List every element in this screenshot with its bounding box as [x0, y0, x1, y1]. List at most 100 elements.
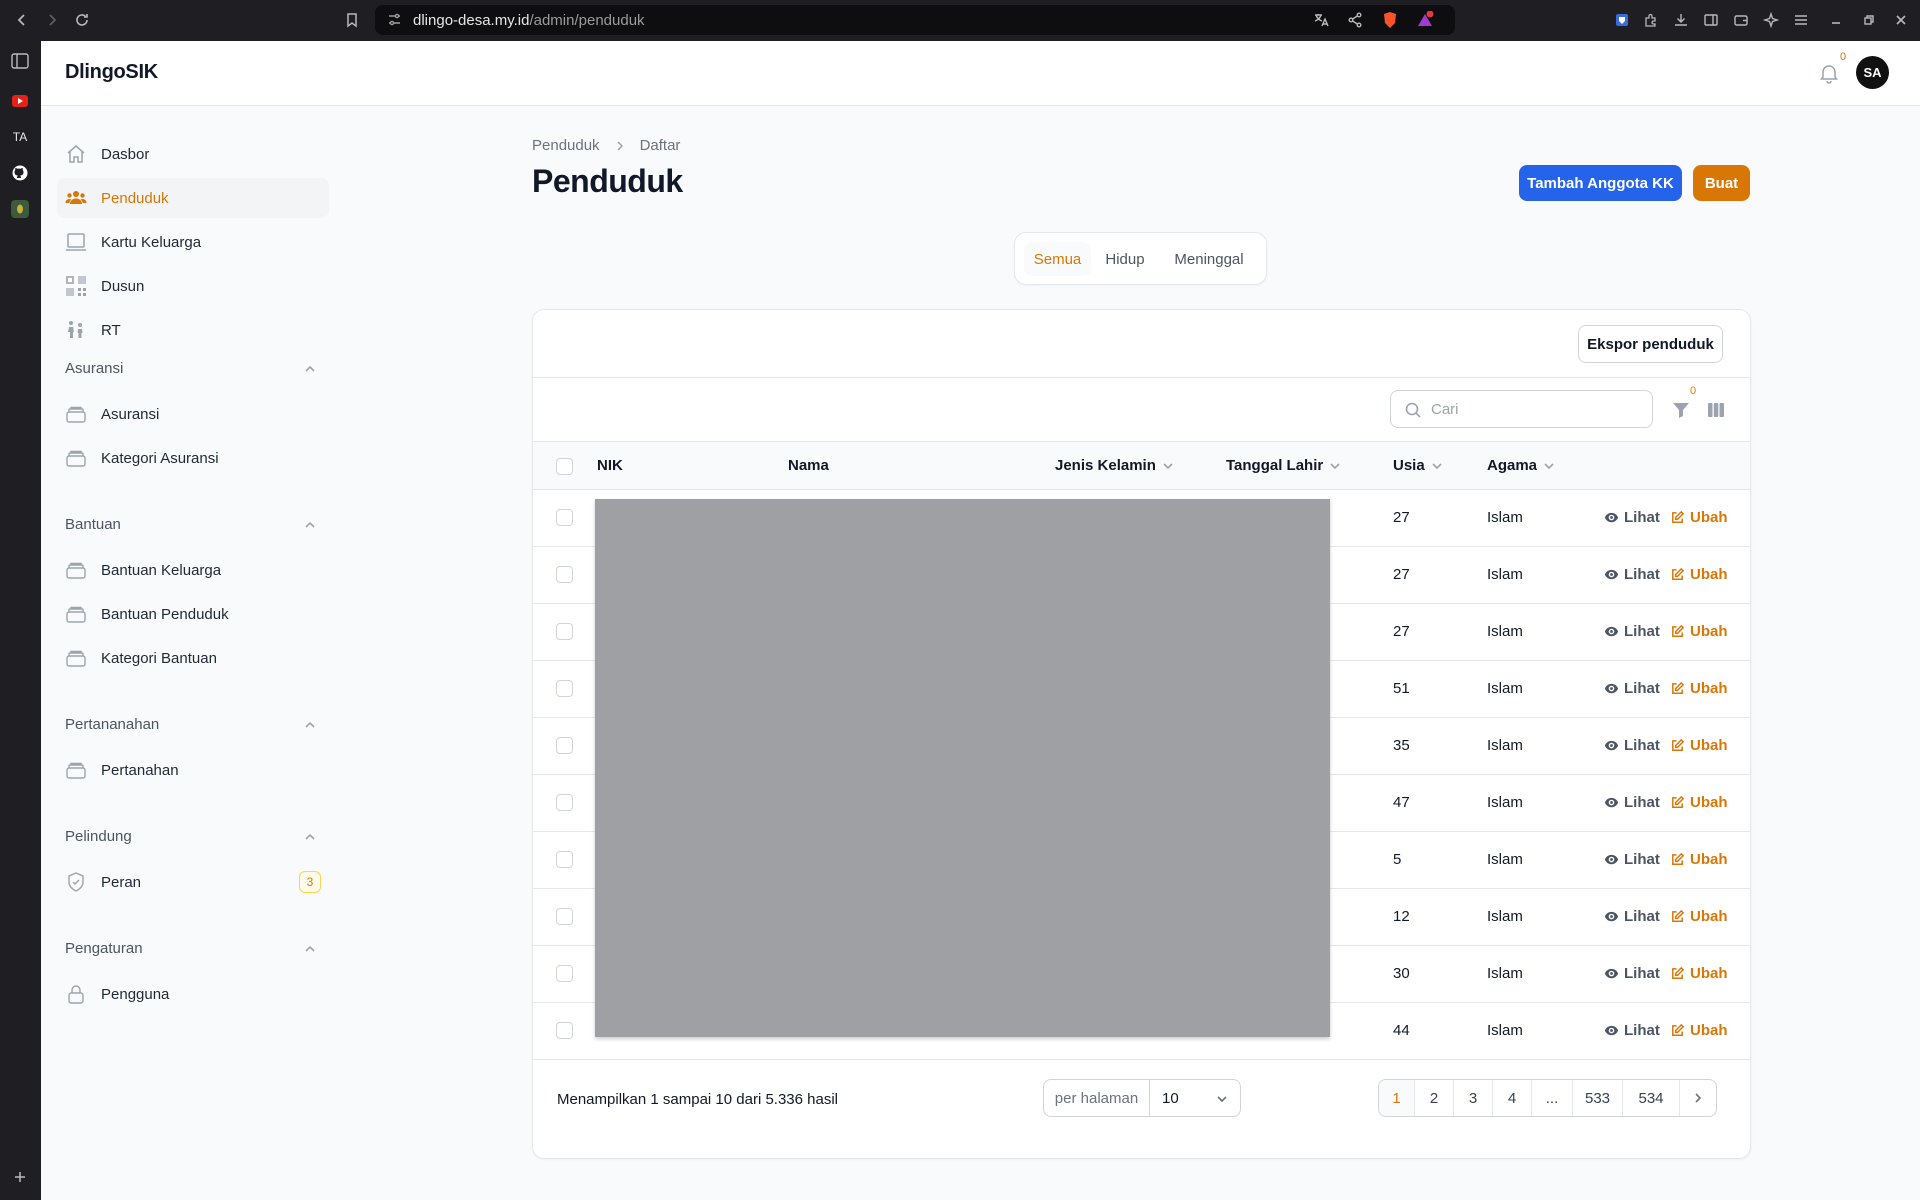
ta-shortcut[interactable]: TA [10, 127, 30, 147]
per-page-select[interactable]: per halaman 10 [1043, 1079, 1241, 1117]
group-label-pelindung[interactable]: Pelindung [65, 828, 132, 845]
row-checkbox[interactable] [556, 965, 573, 982]
extensions-icon[interactable] [1641, 10, 1661, 30]
export-button[interactable]: Ekspor penduduk [1578, 325, 1723, 363]
edit-button[interactable]: Ubah [1670, 965, 1728, 982]
leo-ai-icon[interactable] [1761, 10, 1781, 30]
sidebar-panel-icon[interactable] [10, 51, 30, 71]
group-label-pengaturan[interactable]: Pengaturan [65, 940, 143, 957]
view-button[interactable]: Lihat [1604, 908, 1660, 925]
page-button[interactable]: 3 [1454, 1080, 1493, 1116]
extension-bitwarden-icon[interactable] [1612, 10, 1632, 30]
sidebar-item-penduduk[interactable]: Penduduk [57, 178, 329, 218]
edit-button[interactable]: Ubah [1670, 737, 1728, 754]
chevron-up-icon[interactable] [303, 942, 317, 956]
view-button[interactable]: Lihat [1604, 794, 1660, 811]
sidebar-item-rt[interactable]: RT [57, 310, 329, 350]
row-checkbox[interactable] [556, 680, 573, 697]
sidebar-item-bantuan-penduduk[interactable]: Bantuan Penduduk [57, 594, 329, 634]
edit-button[interactable]: Ubah [1670, 851, 1728, 868]
page-button[interactable]: 533 [1573, 1080, 1623, 1116]
view-button[interactable]: Lihat [1604, 509, 1660, 526]
filter-icon[interactable] [1671, 400, 1691, 420]
maximize-icon[interactable] [1859, 10, 1879, 30]
close-window-icon[interactable] [1891, 10, 1911, 30]
chevron-up-icon[interactable] [303, 830, 317, 844]
brave-shield-icon[interactable] [1380, 10, 1400, 30]
sidebar-item-pertanahan[interactable]: Pertanahan [57, 750, 329, 790]
create-button[interactable]: Buat [1693, 165, 1750, 201]
chevron-up-icon[interactable] [303, 362, 317, 376]
wallet-icon[interactable] [1731, 10, 1751, 30]
tab-meninggal[interactable]: Meninggal [1160, 242, 1258, 276]
brand-logo[interactable]: DlingoSIK [65, 61, 158, 84]
youtube-icon[interactable] [10, 91, 30, 111]
edit-button[interactable]: Ubah [1670, 566, 1728, 583]
view-button[interactable]: Lihat [1604, 1022, 1660, 1039]
view-button[interactable]: Lihat [1604, 680, 1660, 697]
row-checkbox[interactable] [556, 623, 573, 640]
add-panel-icon[interactable] [10, 1167, 30, 1187]
group-label-pertananahan[interactable]: Pertananahan [65, 716, 159, 733]
column-header-tanggal-lahir[interactable]: Tanggal Lahir [1226, 457, 1341, 474]
tab-hidup[interactable]: Hidup [1095, 242, 1155, 276]
menu-icon[interactable] [1791, 10, 1811, 30]
avatar[interactable]: SA [1856, 56, 1889, 89]
row-checkbox[interactable] [556, 509, 573, 526]
edit-button[interactable]: Ubah [1670, 680, 1728, 697]
brave-rewards-icon[interactable] [1415, 10, 1435, 30]
share-icon[interactable] [1345, 10, 1365, 30]
view-button[interactable]: Lihat [1604, 623, 1660, 640]
row-checkbox[interactable] [556, 851, 573, 868]
tab-semua[interactable]: Semua [1024, 242, 1091, 276]
sidebar-toggle-icon[interactable] [1701, 10, 1721, 30]
view-button[interactable]: Lihat [1604, 965, 1660, 982]
bookmark-icon[interactable] [340, 8, 364, 32]
column-header-agama[interactable]: Agama [1487, 457, 1555, 474]
page-button[interactable]: 4 [1493, 1080, 1532, 1116]
view-button[interactable]: Lihat [1604, 851, 1660, 868]
site-settings-icon[interactable] [387, 12, 402, 31]
edit-button[interactable]: Ubah [1670, 509, 1728, 526]
group-label-bantuan[interactable]: Bantuan [65, 516, 121, 533]
sidebar-item-asuransi[interactable]: Asuransi [57, 394, 329, 434]
view-button[interactable]: Lihat [1604, 737, 1660, 754]
row-checkbox[interactable] [556, 737, 573, 754]
sidebar-item-kategori-bantuan[interactable]: Kategori Bantuan [57, 638, 329, 678]
select-all-checkbox[interactable] [556, 458, 573, 475]
column-header-jenis-kelamin[interactable]: Jenis Kelamin [1055, 457, 1174, 474]
page-button[interactable]: 1 [1379, 1080, 1415, 1116]
next-page-button[interactable] [1680, 1080, 1716, 1116]
sidebar-item-dusun[interactable]: Dusun [57, 266, 329, 306]
github-icon[interactable] [10, 163, 30, 183]
row-checkbox[interactable] [556, 794, 573, 811]
chevron-up-icon[interactable] [303, 518, 317, 532]
column-header-usia[interactable]: Usia [1393, 457, 1443, 474]
page-button[interactable]: 2 [1415, 1080, 1454, 1116]
sidebar-item-peran[interactable]: Peran 3 [57, 862, 329, 902]
columns-icon[interactable] [1706, 400, 1726, 420]
extension-app-icon[interactable] [10, 199, 30, 219]
add-family-member-button[interactable]: Tambah Anggota KK [1519, 165, 1682, 201]
chevron-up-icon[interactable] [303, 718, 317, 732]
bell-icon[interactable] [1817, 61, 1841, 85]
edit-button[interactable]: Ubah [1670, 908, 1728, 925]
view-button[interactable]: Lihat [1604, 566, 1660, 583]
row-checkbox[interactable] [556, 1022, 573, 1039]
edit-button[interactable]: Ubah [1670, 1022, 1728, 1039]
row-checkbox[interactable] [556, 566, 573, 583]
minimize-icon[interactable] [1826, 10, 1846, 30]
per-page-value[interactable]: 10 [1150, 1080, 1240, 1116]
sidebar-item-kartu-keluarga[interactable]: Kartu Keluarga [57, 222, 329, 262]
back-icon[interactable] [10, 8, 34, 32]
edit-button[interactable]: Ubah [1670, 794, 1728, 811]
address-bar[interactable]: dlingo-desa.my.id/admin/penduduk [375, 5, 1455, 35]
edit-button[interactable]: Ubah [1670, 623, 1728, 640]
page-button[interactable]: 534 [1623, 1080, 1680, 1116]
reload-icon[interactable] [70, 8, 94, 32]
downloads-icon[interactable] [1671, 10, 1691, 30]
breadcrumb-item[interactable]: Penduduk [532, 137, 600, 154]
row-checkbox[interactable] [556, 908, 573, 925]
forward-icon[interactable] [40, 8, 64, 32]
sidebar-item-bantuan-keluarga[interactable]: Bantuan Keluarga [57, 550, 329, 590]
